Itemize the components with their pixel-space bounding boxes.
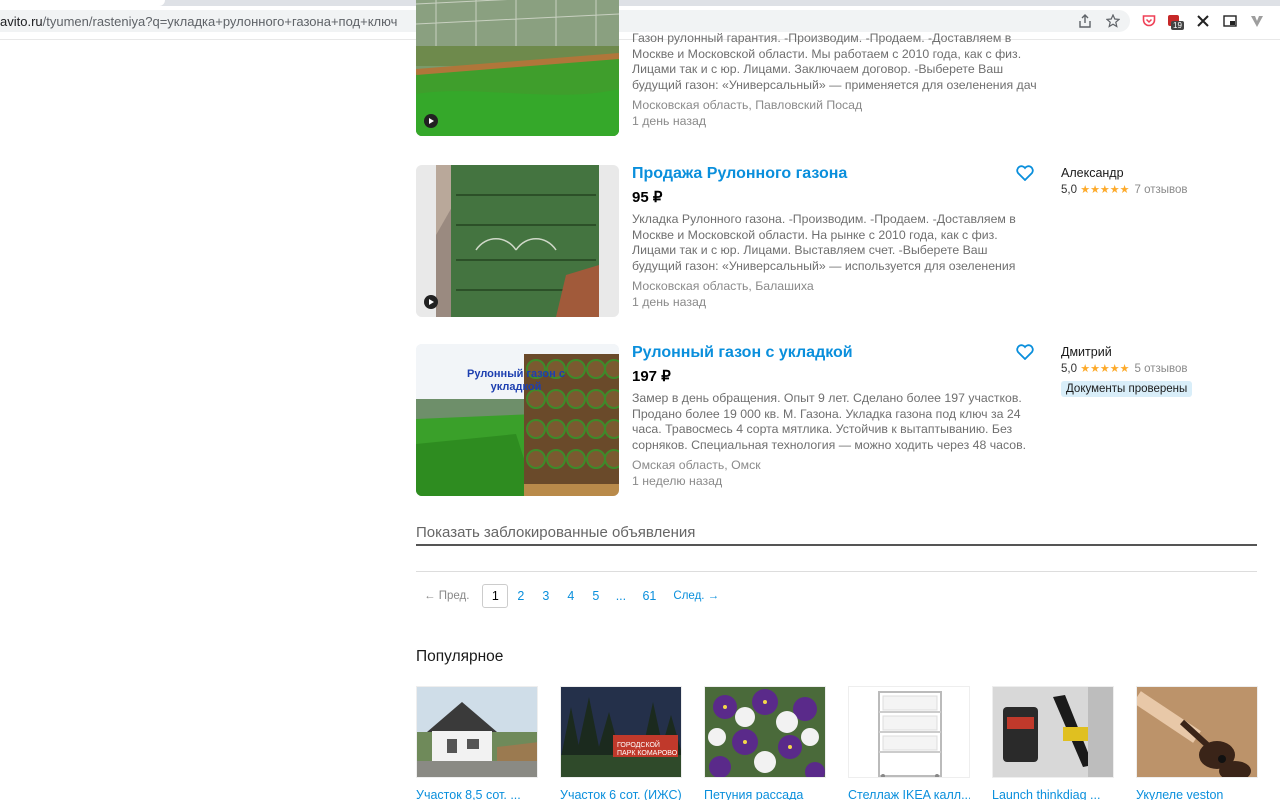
listing-location: Омская область, Омск (632, 458, 761, 472)
bookmark-star-icon[interactable] (1104, 12, 1122, 30)
pagination-page[interactable]: 5 (583, 589, 608, 603)
pagination: ← Пред. 1 2 3 4 5 ... 61 След. → (416, 584, 719, 608)
reviews-link[interactable]: 5 отзывов (1135, 363, 1188, 375)
popular-item-label[interactable]: Участок 8,5 сот. ... (416, 788, 538, 800)
share-icon[interactable] (1076, 12, 1094, 30)
pocket-icon[interactable] (1140, 12, 1158, 30)
rating-stars: ★★★★★ (1080, 363, 1130, 375)
video-play-icon (424, 114, 438, 128)
extension-red-icon[interactable]: 19 (1165, 12, 1184, 30)
url-host: avito.ru (0, 14, 43, 29)
listing-description: Замер в день обращения. Опыт 9 лет. Сдел… (632, 391, 1027, 452)
popular-item-label[interactable]: Участок 6 сот. (ИЖС) (560, 788, 682, 800)
listing-description: Газон рулонный гарантия. -Производим. -П… (632, 31, 1037, 92)
popular-item[interactable]: Стеллаж IKEA калл... (848, 686, 970, 800)
address-bar-url[interactable]: avito.ru/tyumen/rasteniya?q=укладка+руло… (0, 14, 397, 29)
photo-caption-text: Рулонный газон с укладкой (467, 368, 565, 393)
popular-item-label[interactable]: Петуния рассада (704, 788, 826, 800)
popular-item-label[interactable]: Стеллаж IKEA калл... (848, 788, 970, 800)
popular-item-label[interactable]: Укулеле veston (1136, 788, 1258, 800)
listing-date: 1 день назад (632, 113, 707, 128)
listing-photo[interactable] (416, 0, 619, 136)
popular-item[interactable]: ГОРОДСКОЙ ПАРК КОМАРОВО Участок 6 сот. (… (560, 686, 682, 800)
listing-info: Продажа Рулонного газона 95 ₽ Укладка Ру… (632, 165, 1037, 310)
listing-price: 197 ₽ (632, 368, 671, 385)
reviews-link[interactable]: 7 отзывов (1135, 184, 1188, 196)
listing-date: 1 день назад (632, 294, 707, 309)
popular-section-title: Популярное (416, 648, 504, 665)
vpn-extension-icon[interactable] (1248, 12, 1266, 30)
popular-item-label[interactable]: Launch thinkdiag ... (992, 788, 1114, 800)
rating-stars: ★★★★★ (1080, 184, 1130, 196)
pagination-page[interactable]: 4 (558, 589, 583, 603)
listing-photo[interactable]: Рулонный газон с укладкой (416, 344, 619, 496)
listing-date: 1 неделю назад (632, 473, 723, 488)
favorite-heart-icon[interactable] (1016, 165, 1036, 183)
rating-value: 5,0 (1061, 184, 1077, 196)
popular-item[interactable]: Укулеле veston (1136, 686, 1258, 800)
seller-rating: 5,0 ★★★★★ 5 отзывов (1061, 362, 1261, 377)
listing-description: Укладка Рулонного газона. -Производим. -… (632, 212, 1016, 273)
pagination-next[interactable]: След. → (673, 590, 719, 602)
popular-item-photo[interactable] (848, 686, 970, 778)
seller-info: Дмитрий 5,0 ★★★★★ 5 отзывов Документы про… (1061, 345, 1261, 397)
listing-location: Московская область, Балашиха (632, 279, 814, 293)
divider (416, 571, 1257, 572)
video-play-icon (424, 295, 438, 309)
popular-item[interactable]: Участок 8,5 сот. ... (416, 686, 538, 800)
verified-documents-badge: Документы проверены (1061, 381, 1193, 397)
url-path: /tyumen/rasteniya?q=укладка+рулонного+га… (42, 14, 398, 29)
pagination-ellipsis[interactable]: ... (608, 589, 633, 603)
listing-title[interactable]: Рулонный газон с укладкой (632, 344, 1037, 362)
show-blocked-listings-link[interactable]: Показать заблокированные объявления (416, 524, 1257, 546)
popular-item-photo[interactable] (1136, 686, 1258, 778)
listing-price: 95 ₽ (632, 189, 663, 206)
seller-info: Александр 5,0 ★★★★★ 7 отзывов (1061, 166, 1261, 198)
listing-location: Московская область, Павловский Посад (632, 98, 863, 112)
puzzle-extension-icon[interactable] (1194, 12, 1212, 30)
seller-rating: 5,0 ★★★★★ 7 отзывов (1061, 183, 1261, 198)
favorite-heart-icon[interactable] (1016, 344, 1036, 362)
popular-item[interactable]: Петуния рассада (704, 686, 826, 800)
extension-badge-count: 19 (1171, 21, 1184, 30)
seller-name[interactable]: Дмитрий (1061, 345, 1261, 360)
popular-item-photo[interactable] (992, 686, 1114, 778)
popular-item-photo[interactable]: ГОРОДСКОЙ ПАРК КОМАРОВО (560, 686, 682, 778)
pagination-page[interactable]: 61 (633, 589, 665, 603)
picture-in-picture-icon[interactable] (1221, 12, 1239, 30)
popular-item[interactable]: Launch thinkdiag ... (992, 686, 1114, 800)
listing-title[interactable]: Продажа Рулонного газона (632, 165, 1037, 183)
popular-item-photo[interactable] (704, 686, 826, 778)
seller-name[interactable]: Александр (1061, 166, 1261, 181)
park-sign-text: ГОРОДСКОЙ ПАРК КОМАРОВО (617, 742, 678, 757)
pagination-current-page: 1 (482, 584, 509, 608)
active-tab-edge (0, 0, 165, 6)
pagination-page[interactable]: 2 (508, 589, 533, 603)
pagination-prev[interactable]: ← Пред. (424, 590, 469, 602)
popular-item-photo[interactable] (416, 686, 538, 778)
listing-info: Газон рулонный гарантия. -Производим. -П… (632, 31, 1037, 129)
pagination-page[interactable]: 3 (533, 589, 558, 603)
listing-info: Рулонный газон с укладкой 197 ₽ Замер в … (632, 344, 1037, 489)
rating-value: 5,0 (1061, 363, 1077, 375)
tab-strip (0, 0, 1280, 6)
listing-photo[interactable] (416, 165, 619, 317)
